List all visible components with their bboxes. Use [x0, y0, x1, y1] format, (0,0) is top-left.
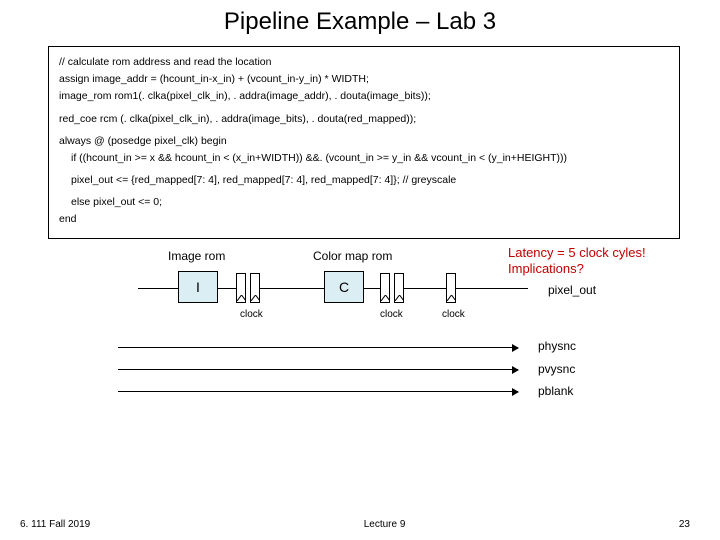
signal-arrow — [118, 369, 518, 370]
color-map-rom-label: Color map rom — [313, 249, 392, 263]
code-line: end — [59, 212, 669, 226]
clock-label: clock — [240, 309, 263, 320]
register-icon — [250, 273, 260, 303]
signal-arrow — [118, 347, 518, 348]
code-line: always @ (posedge pixel_clk) begin — [59, 134, 669, 148]
register-icon — [446, 273, 456, 303]
clock-label: clock — [380, 309, 403, 320]
wire — [364, 288, 380, 289]
color-rom-box: C — [324, 271, 364, 303]
code-line: else pixel_out <= 0; — [59, 195, 669, 209]
wire — [404, 288, 446, 289]
slide-footer: 6. 111 Fall 2019 Lecture 9 23 — [0, 519, 720, 530]
latency-text: Latency = 5 clock cyles! Implications? — [508, 245, 646, 279]
register-icon — [394, 273, 404, 303]
image-rom-box: I — [178, 271, 218, 303]
physnc-label: physnc — [538, 339, 576, 353]
footer-center: Lecture 9 — [364, 519, 406, 530]
code-box: // calculate rom address and read the lo… — [48, 46, 680, 239]
footer-left: 6. 111 Fall 2019 — [20, 519, 90, 530]
wire — [138, 288, 178, 289]
register-icon — [236, 273, 246, 303]
code-line: red_coe rcm (. clka(pixel_clk_in), . add… — [59, 112, 669, 126]
pblank-label: pblank — [538, 384, 573, 398]
pvysnc-label: pvysnc — [538, 362, 575, 376]
code-line: // calculate rom address and read the lo… — [59, 55, 669, 69]
slide-title: Pipeline Example – Lab 3 — [0, 0, 720, 46]
wire — [456, 288, 528, 289]
code-line: if ((hcount_in >= x && hcount_in < (x_in… — [59, 151, 669, 165]
image-rom-label: Image rom — [168, 249, 225, 263]
pixel-out-label: pixel_out — [548, 283, 596, 297]
code-line: image_rom rom1(. clka(pixel_clk_in), . a… — [59, 89, 669, 103]
wire — [218, 288, 236, 289]
code-line: pixel_out <= {red_mapped[7: 4], red_mapp… — [59, 173, 669, 187]
register-icon — [380, 273, 390, 303]
footer-right: 23 — [679, 519, 690, 530]
code-line: assign image_addr = (hcount_in-x_in) + (… — [59, 72, 669, 86]
wire — [260, 288, 324, 289]
clock-label: clock — [442, 309, 465, 320]
pipeline-diagram: Image rom Color map rom Latency = 5 cloc… — [48, 249, 690, 409]
signal-arrow — [118, 391, 518, 392]
